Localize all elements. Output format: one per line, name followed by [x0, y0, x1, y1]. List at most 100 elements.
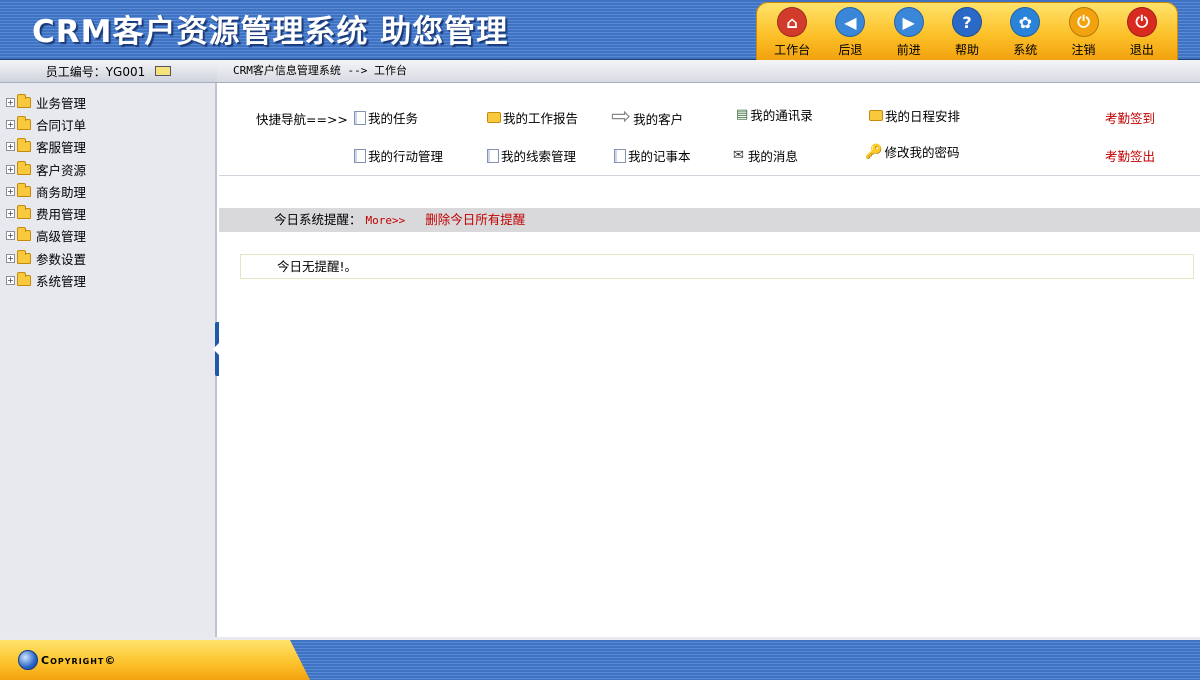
- expand-icon[interactable]: +: [6, 142, 15, 152]
- mail-icon[interactable]: [155, 66, 172, 76]
- check-in-link[interactable]: 考勤签到: [1105, 108, 1155, 127]
- key-icon: 🔑: [865, 143, 883, 160]
- sidebar-item-contracts[interactable]: + 合同订单: [6, 113, 215, 135]
- folder-icon: [17, 227, 31, 242]
- exit-button[interactable]: ⏻ 退出: [1116, 7, 1168, 60]
- sidebar-item-parameters[interactable]: + 参数设置: [6, 247, 215, 269]
- arrow-right-icon: ⇨: [611, 101, 632, 130]
- my-customers-link[interactable]: ⇨ 我的客户: [611, 103, 683, 128]
- main-content: 快捷导航==>> 我的任务 我的工作报告 ⇨ 我的客户 ▤ 我的通讯录 我的日程安排…: [219, 83, 1200, 637]
- sidebar-item-label: 客服管理: [36, 140, 87, 156]
- sidebar-item-customers[interactable]: + 客户资源: [6, 158, 215, 180]
- expand-icon[interactable]: +: [6, 97, 15, 107]
- expand-icon[interactable]: +: [6, 164, 15, 174]
- reminder-list: 今日无提醒!。: [240, 254, 1194, 279]
- footer-bar: Copyright©: [0, 637, 1200, 680]
- sidebar-item-label: 系统管理: [36, 274, 87, 290]
- my-schedule-link[interactable]: 我的日程安排: [869, 106, 960, 125]
- expand-icon[interactable]: +: [6, 209, 15, 219]
- reminder-more-link[interactable]: More>>: [366, 214, 406, 227]
- quicknav-label: 快捷导航==>>: [256, 112, 348, 127]
- link-label: 我的工作报告: [503, 111, 579, 126]
- folder-icon: [17, 138, 31, 153]
- help-button[interactable]: ? 帮助: [941, 7, 993, 60]
- sidebar-item-label: 商务助理: [36, 184, 87, 200]
- sidebar-item-label: 合同订单: [36, 117, 87, 133]
- my-notepad-link[interactable]: 我的记事本: [614, 146, 691, 165]
- workbench-button[interactable]: ⌂ 工作台: [766, 7, 818, 60]
- quick-navigation: 快捷导航==>> 我的任务 我的工作报告 ⇨ 我的客户 ▤ 我的通讯录 我的日程安排…: [219, 83, 1200, 175]
- sidebar-item-assistant[interactable]: + 商务助理: [6, 180, 215, 202]
- document-icon: [354, 148, 366, 163]
- my-messages-link[interactable]: ✉ 我的消息: [733, 146, 798, 165]
- document-icon: [487, 148, 499, 163]
- exit-power-icon: ⏻: [1126, 7, 1157, 37]
- document-icon: [614, 148, 626, 163]
- expand-icon[interactable]: +: [6, 276, 15, 286]
- toolbar: ⌂ 工作台 ◀ 后退 ▶ 前进 ? 帮助 ✿ 系统 ⏻ 注销 ⏻ 退出: [756, 2, 1178, 60]
- expand-icon[interactable]: +: [6, 231, 15, 241]
- my-contacts-link[interactable]: ▤ 我的通讯录: [736, 105, 813, 124]
- back-arrow-icon: ◀: [835, 7, 866, 37]
- folder-icon: [487, 112, 501, 123]
- sidebar-item-label: 客户资源: [36, 162, 87, 178]
- sidebar-item-label: 费用管理: [36, 207, 87, 223]
- power-icon: ⏻: [1068, 7, 1099, 37]
- folder-icon: [17, 249, 31, 264]
- forward-arrow-icon: ▶: [893, 7, 924, 37]
- expand-icon[interactable]: +: [6, 119, 15, 129]
- home-icon: ⌂: [777, 7, 808, 37]
- system-button[interactable]: ✿ 系统: [999, 7, 1051, 60]
- header-bar: CRM客户资源管理系统 助您管理 ⌂ 工作台 ◀ 后退 ▶ 前进 ? 帮助 ✿ …: [0, 0, 1200, 60]
- sidebar-item-advanced[interactable]: + 高级管理: [6, 225, 215, 247]
- link-label: 我的客户: [633, 112, 684, 127]
- help-label: 帮助: [954, 43, 979, 57]
- sidebar-item-label: 高级管理: [36, 229, 87, 245]
- sidebar-item-business[interactable]: + 业务管理: [6, 91, 215, 113]
- forward-button[interactable]: ▶ 前进: [883, 7, 935, 60]
- sidebar-tree: + 业务管理 + 合同订单 + 客服管理 + 客户资源 + 商务助理 + 费用管理 + 高级管…: [0, 83, 217, 637]
- link-label: 我的行动管理: [368, 149, 444, 164]
- change-password-link[interactable]: 🔑 修改我的密码: [865, 142, 959, 161]
- reminder-label: 今日系统提醒：: [274, 212, 362, 227]
- back-button[interactable]: ◀ 后退: [824, 7, 876, 60]
- logout-button[interactable]: ⏻ 注销: [1058, 7, 1110, 60]
- crm-app-window: CRM客户资源管理系统 助您管理 ⌂ 工作台 ◀ 后退 ▶ 前进 ? 帮助 ✿ …: [0, 0, 1200, 680]
- divider: [219, 175, 1200, 176]
- globe-icon: [18, 650, 38, 670]
- link-label: 我的消息: [747, 149, 798, 164]
- sidebar-item-system[interactable]: + 系统管理: [6, 269, 215, 291]
- notepad-icon: ▤: [736, 107, 749, 122]
- link-label: 我的任务: [368, 111, 419, 126]
- link-label: 我的记事本: [628, 149, 691, 164]
- link-label: 我的线索管理: [501, 149, 577, 164]
- logout-label: 注销: [1071, 43, 1096, 57]
- check-out-link[interactable]: 考勤签出: [1105, 146, 1155, 165]
- breadcrumb: CRM客户信息管理系统 --> 工作台: [217, 60, 1200, 83]
- sidebar-item-label: 参数设置: [36, 251, 87, 267]
- my-work-report-link[interactable]: 我的工作报告: [487, 108, 578, 127]
- footer-copyright-tab: Copyright©: [0, 640, 310, 680]
- user-info-bar: 员工编号：YG001: [0, 60, 217, 83]
- my-actions-link[interactable]: 我的行动管理: [354, 146, 443, 165]
- my-tasks-link[interactable]: 我的任务: [354, 108, 418, 127]
- reminder-clear-link[interactable]: 删除今日所有提醒: [425, 212, 525, 227]
- expand-icon[interactable]: +: [6, 186, 15, 196]
- folder-icon: [17, 93, 31, 108]
- sidebar-item-service[interactable]: + 客服管理: [6, 136, 215, 158]
- my-leads-link[interactable]: 我的线索管理: [487, 146, 576, 165]
- back-label: 后退: [838, 43, 863, 57]
- link-label: 我的通讯录: [750, 108, 813, 123]
- folder-icon: [17, 115, 31, 130]
- employee-id: 员工编号：YG001: [45, 64, 146, 79]
- system-label: 系统: [1013, 43, 1038, 57]
- link-label: 修改我的密码: [884, 145, 960, 160]
- folder-icon: [17, 272, 31, 287]
- gear-icon: ✿: [1010, 7, 1041, 37]
- forward-label: 前进: [896, 43, 921, 57]
- expand-icon[interactable]: +: [6, 253, 15, 263]
- app-title: CRM客户资源管理系统 助您管理: [32, 14, 509, 50]
- document-icon: [354, 110, 366, 125]
- sidebar-item-expenses[interactable]: + 费用管理: [6, 202, 215, 224]
- help-icon: ?: [951, 7, 982, 37]
